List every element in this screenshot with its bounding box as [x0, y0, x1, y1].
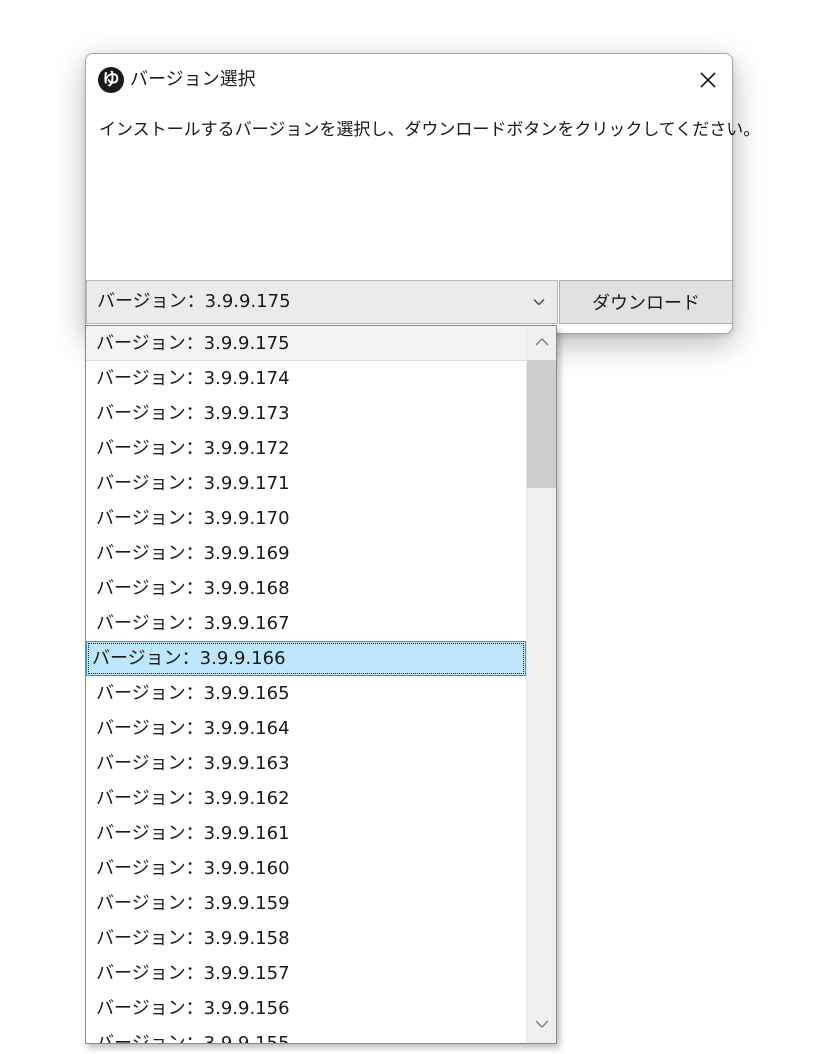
list-item-label: バージョン：3.9.9.172 — [96, 438, 290, 459]
list-item[interactable]: バージョン：3.9.9.174 — [86, 361, 526, 396]
list-item-label: バージョン：3.9.9.173 — [96, 403, 290, 424]
list-item[interactable]: バージョン：3.9.9.165 — [86, 676, 526, 711]
list-item[interactable]: バージョン：3.9.9.162 — [86, 781, 526, 816]
chevron-down-icon — [533, 299, 545, 306]
list-item[interactable]: バージョン：3.9.9.158 — [86, 921, 526, 956]
version-list: バージョン：3.9.9.175 バージョン：3.9.9.174 バージョン：3.9.… — [86, 326, 526, 1043]
instruction-text: インストールするバージョンを選択し、ダウンロードボタンをクリックしてください。 — [99, 120, 761, 140]
list-item-label: バージョン：3.9.9.169 — [96, 543, 290, 564]
list-item-label: バージョン：3.9.9.156 — [96, 998, 290, 1019]
list-item-label: バージョン：3.9.9.166 — [92, 648, 286, 669]
list-item[interactable]: バージョン：3.9.9.169 — [86, 536, 526, 571]
scrollbar[interactable] — [526, 326, 556, 1043]
list-item-label: バージョン：3.9.9.158 — [96, 928, 290, 949]
list-item-label: バージョン：3.9.9.159 — [96, 893, 290, 914]
scroll-down-button[interactable] — [527, 1009, 556, 1043]
list-item-label: バージョン：3.9.9.174 — [96, 368, 290, 389]
list-item[interactable]: バージョン：3.9.9.164 — [86, 711, 526, 746]
list-item[interactable]: バージョン：3.9.9.172 — [86, 431, 526, 466]
list-item-label: バージョン：3.9.9.175 — [96, 333, 290, 354]
list-item[interactable]: バージョン：3.9.9.173 — [86, 396, 526, 431]
close-button[interactable] — [694, 66, 722, 94]
list-item[interactable]: バージョン：3.9.9.168 — [86, 571, 526, 606]
list-item[interactable]: バージョン：3.9.9.156 — [86, 991, 526, 1026]
download-button[interactable]: ダウンロード — [559, 280, 733, 324]
list-item-label: バージョン：3.9.9.171 — [96, 473, 290, 494]
chevron-up-icon — [535, 338, 549, 346]
list-item[interactable]: バージョン：3.9.9.170 — [86, 501, 526, 536]
list-item-label: バージョン：3.9.9.161 — [96, 823, 290, 844]
app-icon: ゆ — [98, 67, 124, 93]
list-item-label: バージョン：3.9.9.164 — [96, 718, 290, 739]
title-bar: ゆ バージョン選択 — [86, 54, 732, 104]
version-dropdown-list: バージョン：3.9.9.175 バージョン：3.9.9.174 バージョン：3.9.… — [85, 325, 557, 1044]
scroll-up-button[interactable] — [527, 326, 556, 360]
list-item[interactable]: バージョン：3.9.9.157 — [86, 956, 526, 991]
chevron-down-icon — [535, 1020, 549, 1028]
combobox-selected-value: バージョン：3.9.9.175 — [97, 291, 291, 312]
list-item-label: バージョン：3.9.9.167 — [96, 613, 290, 634]
list-item-label: バージョン：3.9.9.160 — [96, 858, 290, 879]
list-item-label: バージョン：3.9.9.157 — [96, 963, 290, 984]
version-combobox[interactable]: バージョン：3.9.9.175 — [86, 280, 558, 324]
list-item[interactable]: バージョン：3.9.9.159 — [86, 886, 526, 921]
list-item-label: バージョン：3.9.9.163 — [96, 753, 290, 774]
close-icon — [700, 72, 716, 88]
list-item-label: バージョン：3.9.9.162 — [96, 788, 290, 809]
version-select-dialog: ゆ バージョン選択 インストールするバージョンを選択し、ダウンロードボタンをクリ… — [85, 53, 760, 334]
list-item-label: バージョン：3.9.9.170 — [96, 508, 290, 529]
list-item[interactable]: バージョン：3.9.9.155 — [86, 1026, 526, 1043]
list-item[interactable]: バージョン：3.9.9.166 — [86, 641, 526, 676]
dialog-title: バージョン選択 — [130, 69, 256, 90]
list-item[interactable]: バージョン：3.9.9.161 — [86, 816, 526, 851]
list-item[interactable]: バージョン：3.9.9.175 — [86, 326, 526, 361]
list-item-label: バージョン：3.9.9.155 — [96, 1033, 290, 1043]
list-item[interactable]: バージョン：3.9.9.160 — [86, 851, 526, 886]
list-item[interactable]: バージョン：3.9.9.163 — [86, 746, 526, 781]
scroll-thumb[interactable] — [527, 360, 556, 488]
list-item-label: バージョン：3.9.9.165 — [96, 683, 290, 704]
list-item[interactable]: バージョン：3.9.9.167 — [86, 606, 526, 641]
list-item[interactable]: バージョン：3.9.9.171 — [86, 466, 526, 501]
list-item-label: バージョン：3.9.9.168 — [96, 578, 290, 599]
